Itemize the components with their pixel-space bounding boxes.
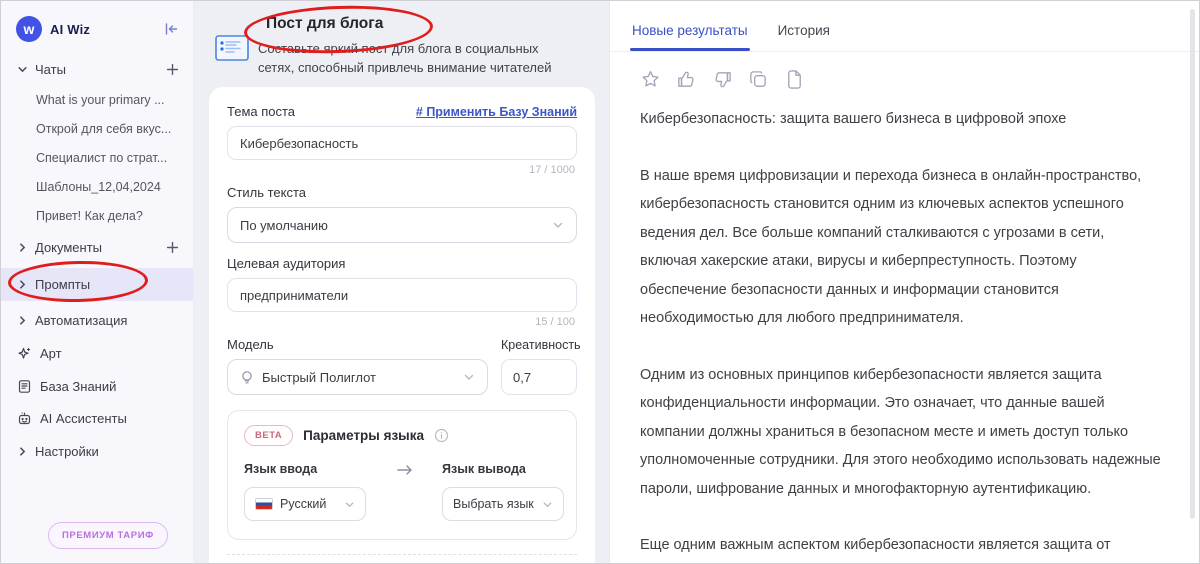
thumbs-up-icon[interactable] — [676, 69, 697, 90]
thumbs-down-icon[interactable] — [712, 69, 733, 90]
result-paragraph: Одним из основных принципов кибербезопас… — [640, 366, 1161, 497]
creativity-label: Креативность — [501, 338, 581, 352]
sidebar-item-documents[interactable]: Документы — [1, 232, 193, 263]
result-paragraph: Еще одним важным аспектом кибербезопасно… — [640, 537, 1111, 553]
app-logo-icon: w — [16, 16, 42, 42]
sidebar-item-prompts[interactable]: Промпты — [1, 268, 193, 301]
topic-char-counter: 17 / 1000 — [529, 164, 575, 176]
sidebar-item-label: Промпты — [35, 277, 91, 292]
copy-icon[interactable] — [748, 69, 769, 90]
chevron-down-icon — [542, 499, 553, 510]
model-select-value: Быстрый Полиглот — [262, 369, 376, 385]
audience-char-counter: 15 / 100 — [535, 316, 575, 328]
chevron-right-icon — [17, 446, 32, 457]
input-language-label: Язык ввода — [244, 462, 318, 476]
sidebar-item-label: Автоматизация — [35, 313, 128, 328]
result-paragraph: В наше время цифровизации и перехода биз… — [640, 167, 1142, 327]
chat-item[interactable]: Специалист по страт... — [1, 143, 193, 172]
brand-name: AI Wiz — [50, 21, 91, 37]
sidebar-item-art[interactable]: Арт — [1, 338, 193, 369]
style-label: Стиль текста — [227, 185, 306, 200]
chevron-right-icon — [17, 315, 32, 326]
russia-flag-icon — [255, 498, 273, 510]
result-title: Кибербезопасность: защита вашего бизнеса… — [640, 111, 1067, 127]
prompt-description: Составьте яркий пост для блога в социаль… — [258, 41, 552, 75]
beta-badge: BETA — [244, 425, 294, 446]
model-label: Модель — [227, 337, 274, 352]
scrollbar[interactable] — [1190, 9, 1195, 519]
result-actions — [640, 69, 1163, 90]
output-language-select[interactable]: Выбрать язык — [442, 487, 564, 521]
sidebar: w AI Wiz Чаты What is your primary ... О… — [1, 1, 194, 563]
sidebar-item-chats[interactable]: Чаты — [1, 54, 193, 85]
style-select-value: По умолчанию — [240, 217, 328, 233]
app-window: w AI Wiz Чаты What is your primary ... О… — [0, 0, 1200, 564]
apply-knowledge-base-link[interactable]: # Применить Базу Знаний — [416, 105, 577, 119]
style-select[interactable]: По умолчанию — [227, 207, 577, 243]
chevron-down-icon — [17, 64, 32, 75]
audience-label: Целевая аудитория — [227, 256, 346, 271]
input-language-value: Русский — [280, 497, 327, 511]
sidebar-item-label: Чаты — [35, 62, 66, 77]
chevron-down-icon — [344, 499, 355, 510]
sidebar-item-automation[interactable]: Автоматизация — [1, 305, 193, 336]
add-chat-icon[interactable] — [166, 63, 179, 76]
tab-new-results[interactable]: Новые результаты — [630, 23, 750, 51]
result-content: Кибербезопасность: защита вашего бизнеса… — [610, 52, 1199, 563]
chevron-down-icon — [463, 371, 475, 383]
blog-post-icon — [215, 35, 249, 77]
results-tabs: Новые результаты История — [610, 1, 1199, 51]
chevron-down-icon — [552, 219, 564, 231]
sidebar-item-label: Настройки — [35, 444, 99, 459]
sidebar-item-label: База Знаний — [40, 379, 117, 394]
prompt-header: Пост для блога Составьте яркий пост для … — [209, 7, 595, 87]
sidebar-item-label: AI Ассистенты — [40, 411, 127, 426]
creativity-input[interactable] — [501, 359, 577, 395]
sidebar-header: w AI Wiz — [1, 1, 193, 54]
sidebar-item-label: Документы — [35, 240, 103, 255]
page-title: Пост для блога — [266, 15, 384, 32]
chat-item[interactable]: Шаблоны_12,04,2024 — [1, 172, 193, 201]
model-select[interactable]: Быстрый Полиглот — [227, 359, 488, 395]
results-panel: Новые результаты История Кибербезопаснос… — [609, 1, 1199, 563]
favorite-star-icon[interactable] — [640, 69, 661, 90]
chat-item[interactable]: Открой для себя вкус... — [1, 114, 193, 143]
sidebar-item-ai-assistants[interactable]: AI Ассистенты — [1, 403, 193, 434]
sidebar-nav: Чаты What is your primary ... Открой для… — [1, 54, 193, 467]
output-language-value: Выбрать язык — [453, 497, 534, 511]
input-language-select[interactable]: Русский — [244, 487, 366, 521]
add-document-icon[interactable] — [166, 241, 179, 254]
chat-item[interactable]: Привет! Как дела? — [1, 201, 193, 230]
chevron-right-icon — [17, 242, 32, 253]
sidebar-item-label: Арт — [40, 346, 62, 361]
premium-plan-button[interactable]: ПРЕМИУМ ТАРИФ — [48, 522, 168, 549]
topic-input[interactable] — [227, 126, 577, 160]
audience-input[interactable] — [227, 278, 577, 312]
language-parameters-title: Параметры языка — [303, 428, 424, 443]
prompt-form-panel: Пост для блога Составьте яркий пост для … — [194, 1, 609, 563]
tab-history[interactable]: История — [778, 23, 830, 51]
topic-label: Тема поста — [227, 104, 296, 119]
output-language-label: Язык вывода — [442, 462, 526, 476]
collapse-sidebar-icon[interactable] — [163, 22, 179, 36]
chevron-right-icon — [17, 279, 32, 290]
sidebar-item-settings[interactable]: Настройки — [1, 436, 193, 467]
sidebar-item-knowledge-base[interactable]: База Знаний — [1, 371, 193, 402]
arrow-right-icon — [396, 463, 414, 477]
chat-item[interactable]: What is your primary ... — [1, 85, 193, 114]
language-parameters-box: BETA Параметры языка Язык ввода Русский — [227, 410, 577, 540]
sparkles-icon — [17, 346, 37, 361]
lightbulb-icon — [240, 370, 254, 385]
info-icon[interactable] — [434, 428, 449, 443]
robot-icon — [17, 411, 37, 426]
prompt-form-card: Тема поста # Применить Базу Знаний 17 / … — [209, 87, 595, 563]
document-icon[interactable] — [784, 69, 805, 90]
book-icon — [17, 379, 37, 394]
